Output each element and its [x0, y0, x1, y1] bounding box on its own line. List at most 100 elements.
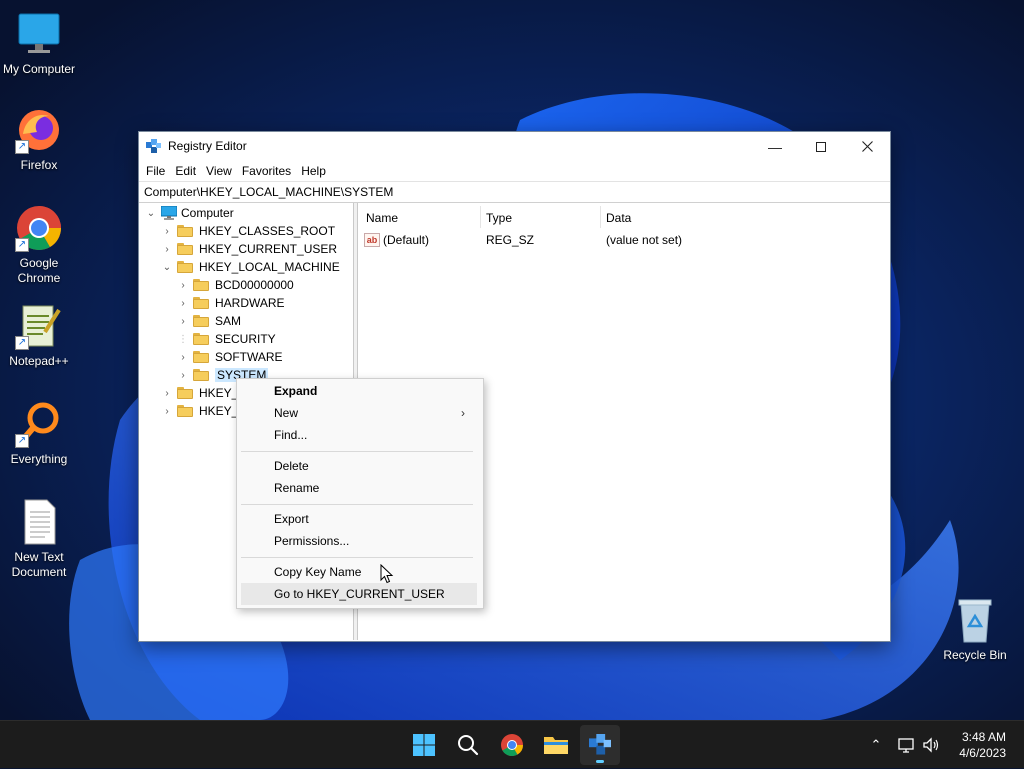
column-divider[interactable] — [600, 206, 601, 228]
tree-item-label: BCD00000000 — [215, 278, 294, 292]
taskbar-regedit-button[interactable] — [580, 725, 620, 765]
desktop-icon-label: Google Chrome — [17, 256, 61, 285]
computer-icon — [161, 206, 177, 220]
menu-edit[interactable]: Edit — [170, 161, 201, 181]
tree-item-label: HARDWARE — [215, 296, 285, 310]
ctx-permissions[interactable]: Permissions... — [241, 530, 477, 552]
desktop-icon-firefox[interactable]: ↗ Firefox — [0, 106, 78, 173]
tree-item-security[interactable]: ⋮ SECURITY — [177, 330, 276, 348]
column-header-type[interactable]: Type — [486, 211, 512, 225]
tree-item-software[interactable]: › SOFTWARE — [177, 348, 283, 366]
folder-icon — [193, 333, 209, 345]
recycle-bin-icon — [951, 596, 999, 644]
tree-item-hkey-current-config[interactable]: › HKEY_C — [161, 402, 247, 420]
string-value-icon: ab — [364, 233, 380, 247]
taskbar-file-explorer-button[interactable] — [536, 725, 576, 765]
desktop-icon-google-chrome[interactable]: ↗ Google Chrome — [0, 204, 78, 286]
tree-item-label: SECURITY — [215, 332, 276, 346]
chevron-down-icon[interactable]: ⌄ — [161, 261, 173, 273]
column-divider[interactable] — [480, 206, 481, 228]
maximize-button[interactable] — [798, 132, 844, 161]
regedit-icon — [146, 139, 161, 153]
chevron-up-icon[interactable]: ⌃ — [866, 737, 886, 753]
firefox-icon: ↗ — [15, 106, 63, 154]
chevron-right-icon[interactable]: › — [177, 315, 189, 327]
chevron-right-icon[interactable]: › — [161, 243, 173, 255]
ctx-expand[interactable]: Expand — [241, 380, 477, 402]
ctx-delete[interactable]: Delete — [241, 455, 477, 477]
ctx-find[interactable]: Find... — [241, 424, 477, 446]
tree-item-label: SAM — [215, 314, 242, 328]
desktop-icon-label: New Text Document — [11, 550, 67, 579]
chevron-down-icon[interactable]: ⌄ — [145, 207, 157, 219]
desktop-icon-label: My Computer — [2, 62, 76, 76]
value-type: REG_SZ — [486, 233, 535, 247]
chevron-right-icon[interactable]: › — [161, 405, 173, 417]
window-title: Registry Editor — [168, 139, 247, 153]
desktop-icon-label: Recycle Bin — [943, 648, 1007, 662]
folder-icon — [177, 387, 193, 399]
column-header-name[interactable]: Name — [366, 211, 398, 225]
ctx-new[interactable]: New › — [241, 402, 477, 424]
tree-item-bcd[interactable]: › BCD00000000 — [177, 276, 294, 294]
shortcut-arrow-icon: ↗ — [15, 336, 29, 350]
chevron-right-icon[interactable]: › — [161, 225, 173, 237]
network-icon[interactable] — [898, 737, 916, 753]
ctx-export[interactable]: Export — [241, 508, 477, 530]
desktop-icon-everything[interactable]: ↗ Everything — [0, 400, 78, 467]
menu-bar: File Edit View Favorites Help — [139, 161, 890, 181]
menu-file[interactable]: File — [141, 161, 170, 181]
taskbar-clock[interactable]: 3:48 AM 4/6/2023 — [959, 729, 1006, 761]
chevron-right-icon[interactable]: › — [177, 369, 189, 381]
menu-separator — [241, 504, 473, 505]
menu-separator — [241, 451, 473, 452]
close-icon — [861, 141, 873, 152]
everything-search-icon: ↗ — [15, 400, 63, 448]
active-app-indicator — [596, 760, 604, 763]
chevron-right-icon[interactable]: › — [177, 351, 189, 363]
search-icon — [458, 735, 479, 756]
value-row[interactable]: ab (Default) — [364, 231, 429, 249]
desktop-icon-my-computer[interactable]: My Computer — [0, 10, 78, 77]
ctx-copy-key-name[interactable]: Copy Key Name — [241, 561, 477, 583]
title-bar[interactable]: Registry Editor — — [139, 132, 890, 161]
desktop-icon-recycle-bin[interactable]: Recycle Bin — [936, 596, 1014, 663]
menu-favorites[interactable]: Favorites — [237, 161, 296, 181]
ctx-rename[interactable]: Rename — [241, 477, 477, 499]
chevron-right-icon[interactable]: › — [177, 279, 189, 291]
minimize-button[interactable]: — — [752, 132, 798, 161]
tree-item-computer[interactable]: ⌄ Computer — [145, 204, 234, 222]
tree-item-hkey-local-machine[interactable]: ⌄ HKEY_LOCAL_MACHINE — [161, 258, 340, 276]
menu-separator — [241, 557, 473, 558]
menu-help[interactable]: Help — [296, 161, 331, 181]
column-header-data[interactable]: Data — [606, 211, 631, 225]
taskbar-chrome-button[interactable] — [492, 725, 532, 765]
folder-icon — [177, 405, 193, 417]
tree-item-hardware[interactable]: › HARDWARE — [177, 294, 285, 312]
desktop-icon-new-text-document[interactable]: New Text Document — [0, 498, 78, 580]
volume-icon[interactable] — [922, 737, 940, 753]
start-button[interactable] — [404, 725, 444, 765]
tree-item-sam[interactable]: › SAM — [177, 312, 241, 330]
tree-item-hkey-users[interactable]: › HKEY_U — [161, 384, 247, 402]
shortcut-arrow-icon: ↗ — [15, 434, 29, 448]
mouse-cursor-icon — [380, 564, 394, 584]
chrome-icon — [501, 734, 523, 756]
menu-view[interactable]: View — [201, 161, 237, 181]
taskbar-search-button[interactable] — [448, 725, 488, 765]
desktop-icon-label: Notepad++ — [9, 354, 69, 368]
tree-item-hkey-current-user[interactable]: › HKEY_CURRENT_USER — [161, 240, 337, 258]
ctx-goto-hkcu[interactable]: Go to HKEY_CURRENT_USER — [241, 583, 477, 605]
tree-connector: ⋮ — [178, 333, 188, 345]
chevron-right-icon[interactable]: › — [161, 387, 173, 399]
chevron-right-icon[interactable]: › — [177, 297, 189, 309]
address-bar[interactable]: Computer\HKEY_LOCAL_MACHINE\SYSTEM — [139, 181, 890, 203]
context-menu[interactable]: Expand New › Find... Delete Rename Expor… — [236, 378, 484, 609]
folder-icon — [193, 297, 209, 309]
tree-item-label: SOFTWARE — [215, 350, 283, 364]
folder-icon — [193, 351, 209, 363]
desktop-icon-label: Firefox — [20, 158, 58, 172]
close-button[interactable] — [844, 132, 890, 161]
tree-item-hkey-classes-root[interactable]: › HKEY_CLASSES_ROOT — [161, 222, 335, 240]
desktop-icon-notepadpp[interactable]: ↗ Notepad++ — [0, 302, 78, 369]
